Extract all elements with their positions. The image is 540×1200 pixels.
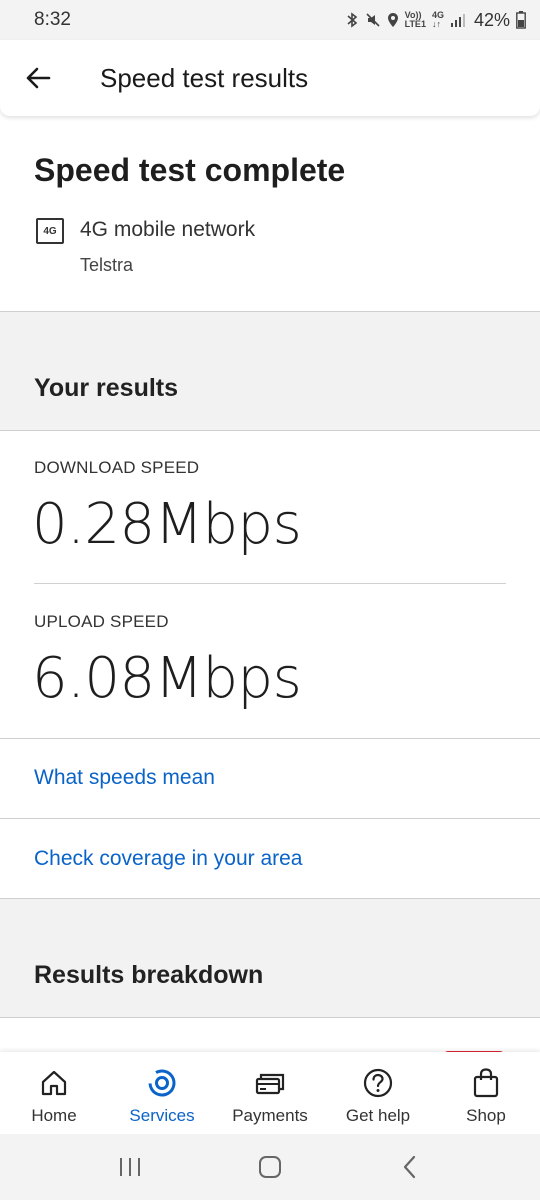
carrier-name: Telstra xyxy=(80,255,134,275)
status-time: 8:32 xyxy=(34,9,71,30)
nav-payments[interactable]: Payments xyxy=(216,1052,324,1134)
services-icon xyxy=(145,1066,179,1100)
results-heading-band xyxy=(0,312,540,430)
network-icon-text: 4G xyxy=(43,225,57,237)
mute-icon xyxy=(365,12,381,28)
status-icons: Vo)) LTE1 4G ↓↑ 42% xyxy=(345,10,526,31)
home-icon xyxy=(37,1066,71,1100)
chevron-left-icon xyxy=(403,1155,416,1179)
nav-services[interactable]: Services xyxy=(108,1052,216,1134)
nav-home[interactable]: Home xyxy=(0,1052,108,1134)
home-system-button[interactable] xyxy=(240,1142,300,1192)
shopping-bag-icon xyxy=(469,1066,503,1100)
divider xyxy=(0,738,540,739)
status-bar: 8:32 Vo)) LTE1 4G ↓↑ 42% xyxy=(0,0,540,40)
breakdown-heading: Results breakdown xyxy=(34,961,264,989)
nav-home-label: Home xyxy=(31,1106,77,1125)
nav-shop-label: Shop xyxy=(466,1106,506,1125)
check-coverage-link[interactable]: Check coverage in your area xyxy=(34,847,302,871)
recent-apps-icon xyxy=(120,1158,140,1176)
nav-get-help[interactable]: Get help xyxy=(324,1052,432,1134)
network-generation: 4G ↓↑ xyxy=(432,11,444,29)
back-button[interactable] xyxy=(0,40,76,116)
results-heading: Your results xyxy=(34,374,179,402)
volte-indicator: Vo)) LTE1 xyxy=(405,11,426,29)
system-back-button[interactable] xyxy=(380,1142,440,1192)
home-square-icon xyxy=(259,1156,281,1178)
back-arrow-icon xyxy=(26,67,51,89)
battery-level: 42% xyxy=(473,9,510,30)
signal-icon xyxy=(450,13,466,27)
divider xyxy=(34,583,506,584)
help-icon xyxy=(361,1066,395,1100)
payments-icon xyxy=(253,1066,287,1100)
app-header: Speed test results xyxy=(0,40,540,116)
bottom-navigation: Home Services Payments Get help Shop xyxy=(0,1052,540,1134)
system-navigation-bar xyxy=(0,1134,540,1200)
bluetooth-icon xyxy=(345,12,359,28)
location-icon xyxy=(387,12,399,28)
nav-get-help-label: Get help xyxy=(345,1106,411,1125)
nav-services-label: Services xyxy=(129,1106,195,1125)
data-arrows-icon: ↓↑ xyxy=(431,19,441,29)
page-title: Speed test results xyxy=(100,62,309,93)
battery-icon xyxy=(516,11,526,29)
nav-shop[interactable]: Shop xyxy=(432,1052,540,1134)
4g-network-icon: 4G xyxy=(36,218,64,244)
what-speeds-mean-link[interactable]: What speeds mean xyxy=(34,766,215,790)
download-speed-value: 0.28Mbps xyxy=(32,492,302,557)
test-complete-section: Speed test complete xyxy=(0,116,540,311)
divider xyxy=(0,430,540,431)
divider xyxy=(0,1017,540,1018)
upload-speed-value: 6.08Mbps xyxy=(32,646,302,711)
nav-payments-label: Payments xyxy=(232,1106,308,1125)
upload-speed-label: UPLOAD SPEED xyxy=(34,612,169,631)
divider xyxy=(0,818,540,819)
complete-title: Speed test complete xyxy=(34,152,346,188)
volte-bottom: LTE1 xyxy=(404,19,426,29)
network-type: 4G mobile network xyxy=(80,218,256,241)
recent-apps-button[interactable] xyxy=(100,1142,160,1192)
breakdown-heading-band xyxy=(0,899,540,1017)
download-speed-label: DOWNLOAD SPEED xyxy=(34,458,200,477)
